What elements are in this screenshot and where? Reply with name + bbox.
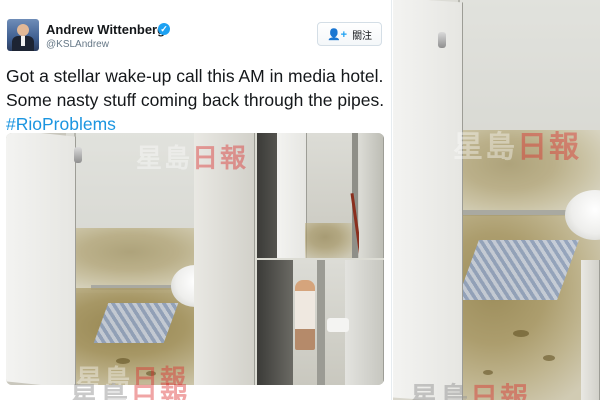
photo-side-door (359, 133, 384, 258)
bathroom-floor-sewage-photo[interactable]: 星島日報 星島日報 (6, 133, 255, 385)
follow-button[interactable]: 👤+ 關注 (317, 22, 382, 46)
photo-stain (543, 355, 555, 361)
side-bathroom-photo: 星島日報 (393, 0, 600, 400)
photo-side-door (345, 260, 384, 385)
avatar-head (17, 24, 29, 36)
author-handle[interactable]: @KSLAndrew (46, 39, 109, 50)
tweet-card: Andrew Wittenberg ✓ @KSLAndrew 👤+ 關注 Got… (0, 0, 392, 400)
tweet-text: Got a stellar wake-up call this AM in me… (6, 64, 386, 136)
photo-glass-partition (458, 0, 600, 215)
photo-bath-mat (93, 303, 179, 343)
author-name[interactable]: Andrew Wittenberg (46, 22, 165, 37)
avatar-shirt (21, 36, 25, 46)
photo-door (393, 0, 463, 400)
photo-floor (305, 223, 355, 258)
photo-door-handle (438, 32, 446, 48)
photo-watermark: 星島日報 (453, 131, 581, 164)
photo-door (277, 133, 307, 258)
avatar[interactable] (7, 19, 39, 51)
photo-stain (483, 370, 493, 375)
cleaning-worker-photo[interactable] (257, 260, 384, 385)
page-watermark: 星島日報 (410, 382, 531, 400)
page-watermark: 星島日報 (70, 382, 191, 400)
photo-frame (317, 260, 325, 385)
verified-badge-icon: ✓ (158, 23, 170, 35)
photo-trash-bag (327, 318, 349, 332)
tweet-media-grid: 星島日報 星島日報 (6, 133, 384, 385)
photo-watermark: 星島日報 (136, 143, 249, 173)
photo-near-door (581, 260, 600, 400)
photo-stain (513, 330, 529, 337)
tweet-body: Got a stellar wake-up call this AM in me… (6, 66, 385, 110)
follow-button-label: 關注 (352, 30, 373, 42)
photo-door (6, 133, 76, 385)
shower-stall-photo[interactable] (257, 133, 384, 258)
photo-worker (295, 280, 315, 350)
hashtag-link[interactable]: #RioProblems (6, 114, 116, 134)
photo-doorway (257, 260, 293, 385)
photo-door-handle (74, 147, 82, 163)
add-user-icon: 👤+ (326, 28, 348, 41)
